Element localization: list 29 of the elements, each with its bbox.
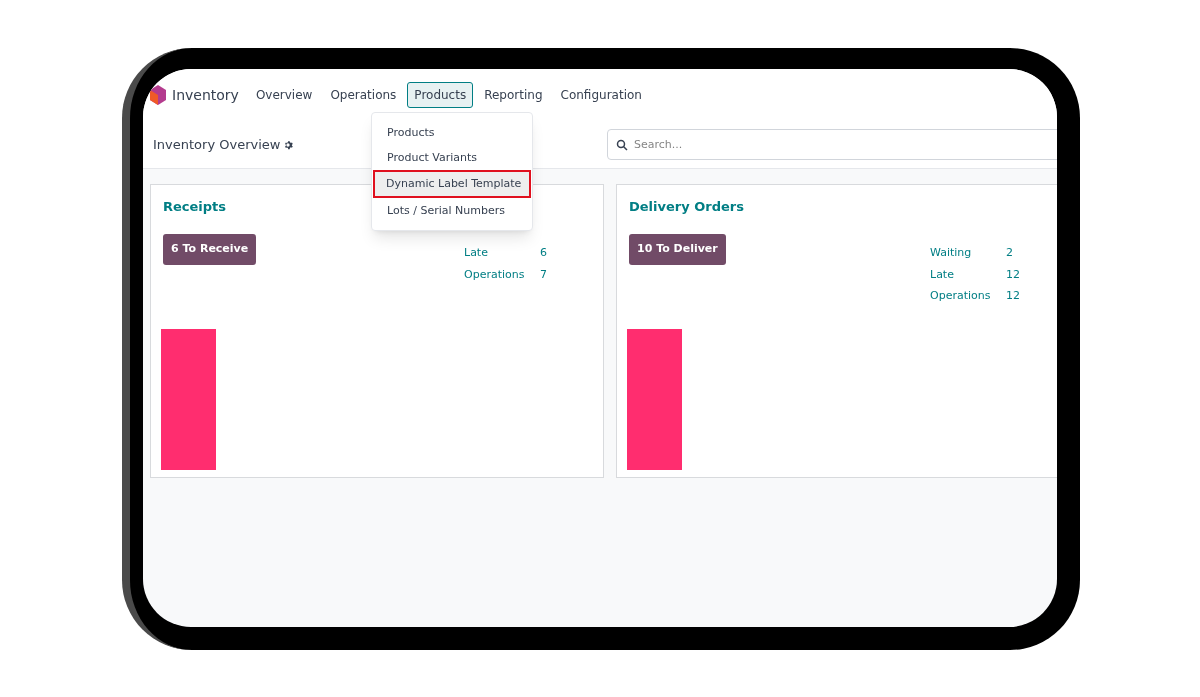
menu-tab[interactable]: Configuration — [553, 82, 649, 108]
menu-tab[interactable]: Reporting — [477, 82, 550, 108]
stat-label[interactable]: Operations — [930, 288, 1006, 305]
card-title[interactable]: Delivery Orders — [629, 197, 744, 217]
menu-tab[interactable]: Operations — [323, 82, 404, 108]
dropdown-item[interactable]: Product Variants — [372, 145, 532, 170]
dropdown-item[interactable]: Products — [372, 120, 532, 145]
page-title: Inventory Overview — [153, 135, 281, 154]
stat-label[interactable]: Late — [464, 245, 540, 262]
app-logo-icon — [150, 85, 166, 105]
stat-label[interactable]: Waiting — [930, 245, 1006, 262]
stat-value[interactable]: 12 — [1006, 266, 1057, 283]
stat-value[interactable]: 6 — [540, 245, 591, 262]
dropdown-item[interactable]: Lots / Serial Numbers — [372, 198, 532, 223]
stat-label[interactable]: Late — [930, 266, 1006, 283]
menu-tab[interactable]: Overview — [248, 82, 320, 108]
action-button[interactable]: 6 To Receive — [163, 233, 257, 265]
card-title[interactable]: Receipts — [163, 197, 227, 217]
stat-value[interactable]: 7 — [540, 266, 591, 283]
action-button[interactable]: 10 To Deliver — [629, 233, 726, 265]
search-icon — [616, 139, 628, 151]
app-name[interactable]: Inventory — [172, 84, 239, 106]
dropdown-item[interactable]: Dynamic Label Template — [373, 170, 531, 198]
menu-tab[interactable]: Products — [407, 82, 474, 108]
stat-value[interactable]: 12 — [1006, 288, 1057, 305]
stat-label[interactable]: Operations — [464, 266, 540, 283]
settings-icon[interactable] — [283, 139, 294, 150]
search-field[interactable]: Search... — [607, 129, 1057, 160]
stat-value[interactable]: 2 — [1006, 245, 1057, 262]
